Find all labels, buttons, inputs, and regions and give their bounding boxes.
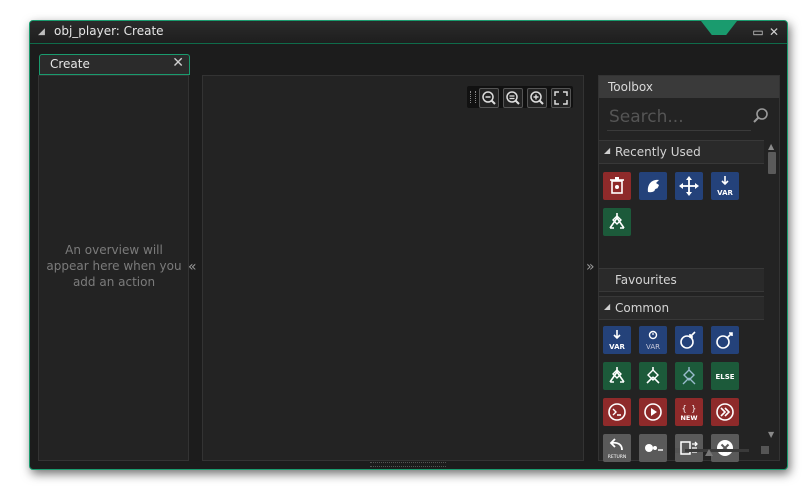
new-struct-icon: { }NEW: [680, 404, 697, 422]
section-label: Recently Used: [615, 145, 701, 159]
action-return[interactable]: RETURN: [603, 434, 631, 462]
action-assign-variable[interactable]: VAR: [711, 172, 739, 200]
toolbox-search: [607, 104, 771, 131]
svg-text:{ }: { }: [682, 404, 696, 413]
action-if-variable[interactable]: [603, 362, 631, 390]
get-instance-variable-icon: [680, 331, 696, 349]
action-move[interactable]: [675, 172, 703, 200]
action-assign-variable[interactable]: VAR: [603, 326, 631, 354]
action-get-instance-variable[interactable]: [675, 326, 703, 354]
svg-text:NEW: NEW: [680, 414, 697, 422]
move-icon: [679, 176, 699, 196]
close-icon[interactable]: ✕: [767, 25, 781, 39]
resize-grip[interactable]: [370, 462, 446, 467]
set-instance-variable-icon: [716, 332, 733, 349]
action-set-instance-variable[interactable]: [711, 326, 739, 354]
section-label: Common: [615, 301, 670, 315]
zoom-reset-button[interactable]: [479, 88, 499, 108]
tab-label: Create: [50, 57, 90, 71]
if-variable-icon: [609, 367, 625, 383]
return-icon: RETURN: [608, 438, 627, 460]
action-run[interactable]: [711, 398, 739, 426]
action-if-undefined[interactable]: [639, 362, 667, 390]
else-icon: ELSE: [715, 373, 734, 381]
scroll-down-icon[interactable]: ▼: [768, 430, 774, 439]
svg-text:VAR: VAR: [717, 189, 733, 197]
tab-close-icon[interactable]: ✕: [172, 55, 184, 71]
execute-script-icon: [644, 403, 662, 421]
zoom-in-icon: [530, 91, 544, 105]
zoom-in-button[interactable]: [527, 88, 547, 108]
window-title: obj_player: Create: [54, 24, 164, 38]
toolbox-header: Toolbox: [599, 76, 779, 98]
title-bar[interactable]: ◢ obj_player: Create ▭ ✕: [30, 21, 787, 44]
assign-variable-icon: VAR: [717, 176, 733, 197]
function-call-icon: [608, 403, 626, 421]
destroy-instance-icon: [610, 177, 624, 194]
toolbox-scrollbar[interactable]: [765, 146, 777, 442]
action-comment[interactable]: [639, 434, 667, 462]
action-else[interactable]: ELSE: [711, 362, 739, 390]
section-common[interactable]: ◢ Common: [599, 296, 764, 320]
fullscreen-icon: [554, 91, 568, 105]
drag-handle-icon[interactable]: [470, 91, 476, 103]
assign-variable-icon: VAR: [609, 330, 625, 351]
action-new-struct[interactable]: { } NEW: [675, 398, 703, 426]
title-accent-decoration: [701, 21, 737, 35]
section-label: Favourites: [615, 273, 677, 287]
zoom-out-button[interactable]: [503, 88, 523, 108]
if-variable-icon: [609, 213, 625, 229]
svg-text:VAR: VAR: [609, 343, 625, 351]
scroll-up-icon[interactable]: ▲: [768, 142, 774, 151]
action-execute-script[interactable]: [639, 398, 667, 426]
comment-icon: [645, 444, 663, 452]
collapse-window-icon[interactable]: ◢: [38, 27, 45, 37]
create-instance-icon: [647, 179, 660, 194]
action-if-variable[interactable]: [603, 208, 631, 236]
expand-arrow-icon: ◢: [604, 146, 611, 155]
action-create-instance[interactable]: [639, 172, 667, 200]
tab-create[interactable]: Create ✕: [39, 54, 190, 75]
action-function-call[interactable]: [603, 398, 631, 426]
if-undefined-icon: [646, 367, 660, 384]
section-favourites[interactable]: Favourites: [599, 268, 764, 292]
action-canvas[interactable]: [202, 75, 584, 461]
run-icon: [716, 403, 734, 421]
expand-toolbox-button[interactable]: »: [586, 259, 595, 275]
toolbox-panel: Toolbox ◢ Recently Used VAR Favourites: [598, 75, 780, 462]
search-input[interactable]: [607, 104, 751, 131]
action-destroy-instance[interactable]: [603, 172, 631, 200]
toolbox-title: Toolbox: [608, 80, 653, 94]
zoom-toolbar: [467, 86, 573, 108]
object-editor-window: ◢ obj_player: Create ▭ ✕ Create ✕ An ove…: [29, 20, 788, 470]
overview-empty-text: An overview will appear here when you ad…: [46, 243, 182, 289]
expand-arrow-icon: ◢: [604, 302, 611, 311]
maximize-icon[interactable]: ▭: [751, 25, 765, 39]
svg-text:ELSE: ELSE: [715, 373, 734, 381]
svg-text:VAR: VAR: [646, 343, 660, 351]
section-recently-used[interactable]: ◢ Recently Used: [599, 140, 764, 164]
svg-text:RETURN: RETURN: [608, 454, 627, 460]
icon-size-slider[interactable]: [675, 446, 773, 456]
zoom-reset-icon: [482, 91, 496, 105]
collapse-overview-button[interactable]: «: [188, 259, 197, 275]
overview-panel: An overview will appear here when you ad…: [38, 75, 189, 461]
fit-to-view-button[interactable]: [551, 88, 571, 108]
scrollbar-thumb[interactable]: [768, 152, 776, 174]
action-if-expression[interactable]: [675, 362, 703, 390]
search-icon[interactable]: [752, 107, 770, 125]
zoom-out-icon: [506, 91, 520, 105]
if-expression-icon: [682, 367, 696, 385]
declare-temp-icon: VAR: [646, 330, 660, 351]
action-declare-temp[interactable]: VAR: [639, 326, 667, 354]
